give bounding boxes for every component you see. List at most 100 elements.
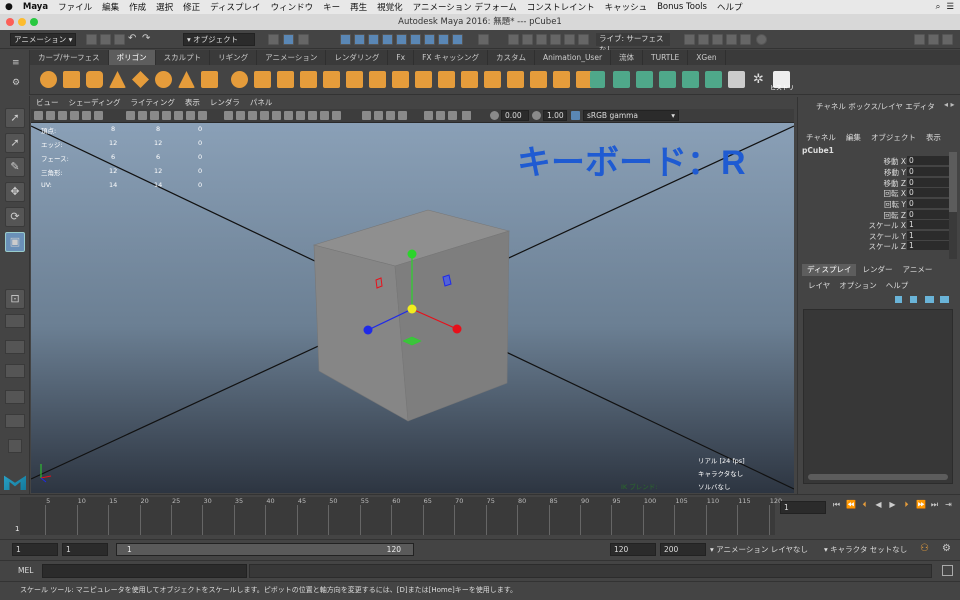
screen-space-ao-icon[interactable] (296, 111, 305, 120)
shelf-tab-fluids[interactable]: 流体 (611, 50, 644, 65)
viewport-menu-shading[interactable]: シェーディング (64, 97, 126, 109)
layer-tab-anim[interactable]: アニメー (898, 264, 936, 276)
insert-edge-loop-icon[interactable] (553, 71, 570, 88)
bookmarks-icon[interactable] (58, 111, 67, 120)
select-camera-icon[interactable] (34, 111, 43, 120)
menuset-dropdown[interactable]: アニメーション ▾ (10, 33, 76, 46)
play-backwards-icon[interactable]: ◀ (874, 500, 883, 509)
zoom-window-icon[interactable] (30, 18, 38, 26)
color-management-icon[interactable] (571, 111, 580, 120)
render-setup-icon[interactable] (756, 34, 767, 45)
planar-mapping-icon[interactable] (613, 71, 630, 88)
save-scene-icon[interactable] (114, 34, 125, 45)
lasso-tool-icon[interactable]: ➚ (5, 133, 25, 153)
poly-torus-icon[interactable] (155, 71, 172, 88)
spherical-mapping-icon[interactable] (659, 71, 676, 88)
viewport-menu-show[interactable]: 表示 (180, 97, 205, 109)
extrude-icon[interactable] (415, 71, 432, 88)
menu-edit[interactable]: 編集 (97, 1, 124, 13)
cut-uv-icon[interactable] (705, 71, 722, 88)
rotate-tool-icon[interactable]: ⟳ (5, 207, 25, 227)
exposure-toggle-icon[interactable] (424, 111, 433, 120)
x-ray-icon[interactable] (374, 111, 383, 120)
extract-icon[interactable] (392, 71, 409, 88)
snap-view-plane-icon[interactable] (536, 34, 547, 45)
viewport-menu-lighting[interactable]: ライティング (125, 97, 179, 109)
shadows-icon[interactable] (284, 111, 293, 120)
viewport-menu-renderer[interactable]: レンダラ (205, 97, 245, 109)
animation-end-field[interactable]: 200 (660, 543, 706, 556)
channel-value[interactable]: 0 (907, 188, 949, 197)
panel-options-icon[interactable]: ◂ ▸ (944, 100, 955, 109)
poly-plane-icon[interactable] (132, 71, 149, 88)
separate-icon[interactable] (254, 71, 271, 88)
layer-menu-options[interactable]: オプション (839, 280, 877, 291)
use-all-lights-icon[interactable] (272, 111, 281, 120)
layer-list[interactable] (803, 309, 953, 484)
menu-cache[interactable]: キャッシュ (600, 1, 653, 13)
bevel-icon[interactable] (484, 71, 501, 88)
color-space-icon[interactable] (448, 111, 457, 120)
exposure-field[interactable]: 0.00 (501, 110, 529, 121)
layout-two-view-icon[interactable] (5, 340, 25, 354)
merge-icon[interactable] (530, 71, 547, 88)
viewport-menu-panels[interactable]: パネル (245, 97, 278, 109)
go-to-end-icon[interactable]: ⏭ (930, 500, 939, 509)
render-current-frame-icon[interactable] (698, 34, 709, 45)
gate-mask-icon[interactable] (162, 111, 171, 120)
toggle-attribute-editor-icon[interactable] (928, 34, 939, 45)
mirror-icon[interactable] (369, 71, 386, 88)
spotlight-search-icon[interactable]: ⌕ (936, 2, 941, 12)
layout-outliner-icon[interactable] (5, 364, 25, 378)
layout-four-view-icon[interactable] (5, 314, 25, 328)
image-plane-icon[interactable] (70, 111, 79, 120)
viewport-menu-view[interactable]: ビュー (31, 97, 64, 109)
menu-key[interactable]: キー (318, 1, 345, 13)
menu-display[interactable]: ディスプレイ (205, 1, 265, 13)
select-tool-icon[interactable]: ➚ (5, 108, 25, 128)
channel-box-menu-channels[interactable]: チャネル (806, 132, 836, 143)
select-deformation-icon[interactable] (396, 34, 407, 45)
layout-hypershade-icon[interactable] (5, 414, 25, 428)
app-menu[interactable]: Maya (18, 2, 53, 12)
ipr-render-icon[interactable] (712, 34, 723, 45)
redo-icon[interactable]: ↷ (142, 34, 153, 45)
snap-point-icon[interactable] (522, 34, 533, 45)
safe-title-icon[interactable] (198, 111, 207, 120)
new-scene-icon[interactable] (86, 34, 97, 45)
snap-pivot-icon[interactable] (578, 34, 589, 45)
smooth-icon[interactable] (277, 71, 294, 88)
paint-select-tool-icon[interactable]: ✎ (5, 157, 25, 177)
shelf-tab-custom[interactable]: カスタム (488, 50, 535, 65)
textured-icon[interactable] (260, 111, 269, 120)
minimize-window-icon[interactable] (18, 18, 26, 26)
scale-manip-x-handle[interactable] (452, 324, 462, 334)
channel-translate-x[interactable]: 移動 X0 (798, 156, 960, 166)
channel-box-menu-edit[interactable]: 編集 (846, 132, 861, 143)
shelf-tab-curves[interactable]: カーブ/サーフェス (30, 50, 109, 65)
scale-manip-z-handle[interactable] (363, 325, 373, 335)
channel-box-menu-show[interactable]: 表示 (926, 132, 941, 143)
auto-key-icon[interactable]: ⚇ (920, 543, 929, 554)
poly-sphere-icon[interactable] (40, 71, 57, 88)
undo-icon[interactable]: ↶ (128, 34, 139, 45)
channel-box-scrollbar[interactable] (949, 152, 957, 259)
layer-tab-display[interactable]: ディスプレイ (802, 264, 857, 276)
menu-help[interactable]: ヘルプ (712, 1, 748, 13)
resolution-gate-icon[interactable] (150, 111, 159, 120)
poly-cube-icon[interactable] (63, 71, 80, 88)
center-pivot-icon[interactable] (728, 71, 745, 88)
shelf-tab-animation-user[interactable]: Animation_User (535, 50, 612, 65)
grid-icon[interactable] (126, 111, 135, 120)
select-by-hierarchy-icon[interactable] (268, 34, 279, 45)
layout-single-pane-icon[interactable]: ⊡ (5, 289, 25, 309)
shelf-tab-sculpting[interactable]: スカルプト (156, 50, 211, 65)
snap-curve-icon[interactable] (508, 34, 519, 45)
menu-deform[interactable]: アニメーション デフォーム (408, 1, 522, 13)
select-rendering-icon[interactable] (424, 34, 435, 45)
command-input[interactable] (42, 564, 247, 578)
grease-pencil-icon[interactable] (94, 111, 103, 120)
shelf-tab-fx-caching[interactable]: FX キャッシング (414, 50, 488, 65)
create-layer-from-selected-icon[interactable] (940, 296, 949, 303)
boolean-intersect-icon[interactable] (346, 71, 363, 88)
